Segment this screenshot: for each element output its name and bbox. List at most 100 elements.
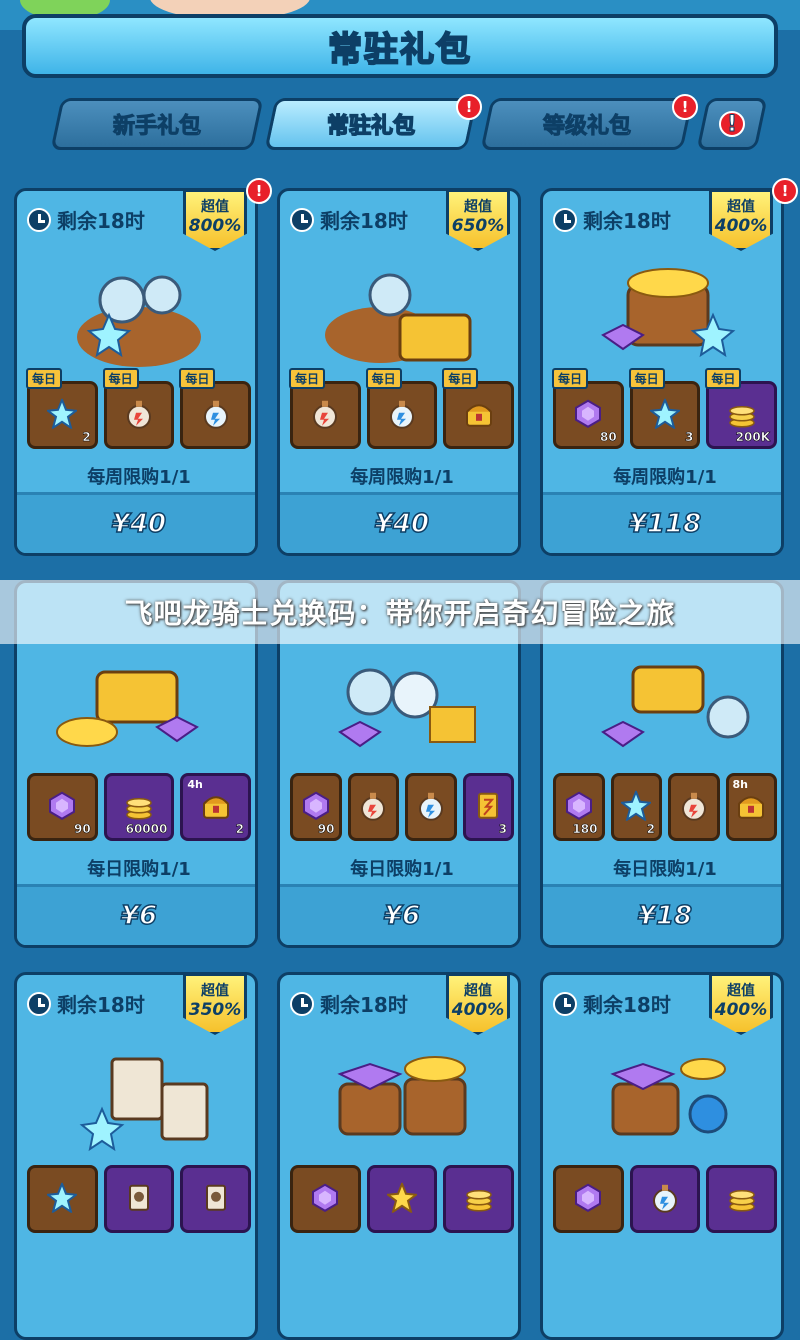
- buy-button[interactable]: ¥40: [17, 492, 255, 553]
- reward-quantity: 180: [572, 822, 598, 837]
- badge-label: 超值: [727, 199, 755, 215]
- reward-slot[interactable]: 3: [462, 773, 514, 841]
- purchase-limit: 每周限购1/1: [350, 467, 454, 488]
- price-label: ¥40: [374, 508, 430, 540]
- value-badge: 超值 400%: [709, 191, 773, 251]
- buy-button[interactable]: ¥18: [543, 884, 781, 945]
- daily-tag: 每日: [179, 368, 216, 389]
- tab-label: 等级礼包: [542, 114, 631, 140]
- purchase-limit: 每日限购1/1: [613, 859, 717, 880]
- reward-slot[interactable]: 每日: [289, 368, 361, 449]
- daily-tag: 每日: [442, 368, 479, 389]
- purchase-limit: 每日限购1/1: [87, 859, 191, 880]
- reward-slot[interactable]: 2: [610, 773, 662, 841]
- reward-slot[interactable]: [27, 1165, 98, 1233]
- reward-quantity: 90: [317, 822, 335, 837]
- time-remaining: 剩余18时: [57, 993, 145, 1017]
- badge-label: 超值: [201, 983, 229, 999]
- buy-button[interactable]: ¥6: [280, 884, 518, 945]
- blue-potion-icon: [418, 792, 443, 821]
- red-potion-icon: [313, 400, 338, 429]
- reward-slot[interactable]: [180, 1165, 252, 1233]
- purple-gem-icon: [565, 791, 592, 820]
- reward-slot[interactable]: [443, 1165, 515, 1233]
- reward-slot[interactable]: 每日: [179, 368, 252, 449]
- buy-button[interactable]: ¥6: [17, 884, 255, 945]
- buy-button[interactable]: ¥118: [543, 492, 781, 553]
- reward-quantity: 3: [498, 822, 507, 837]
- reward-slot[interactable]: 90: [27, 773, 98, 841]
- reward-slot[interactable]: [103, 1165, 175, 1233]
- daily-tag: 每日: [705, 368, 742, 389]
- pack-artwork: [337, 1056, 467, 1136]
- reward-slot[interactable]: 每日: [102, 368, 175, 449]
- reward-slot[interactable]: [706, 1165, 778, 1233]
- timer-row: 剩余18时: [27, 989, 145, 1018]
- tab-permanent-pack[interactable]: 常驻礼包: [264, 98, 478, 150]
- tab-alert-icon: !: [672, 94, 698, 120]
- item-row: 90 3: [290, 773, 514, 841]
- badge-label: 超值: [464, 983, 492, 999]
- reward-slot[interactable]: 每日: [442, 368, 515, 449]
- gold-coins-icon: [728, 406, 755, 428]
- daily-tag: 每日: [552, 368, 589, 389]
- reward-slot[interactable]: 每日 3: [628, 368, 701, 449]
- reward-slot[interactable]: 4h 2: [180, 773, 252, 841]
- reward-slot[interactable]: 每日 200K: [705, 368, 778, 449]
- gift-pack-card[interactable]: 剩余18时 超值 800% 每日 2 每日 每日 每周限购1/1 ¥40: [14, 188, 258, 556]
- reward-slot[interactable]: [405, 773, 457, 841]
- reward-slot[interactable]: 每日 80: [552, 368, 624, 449]
- page-title: 常驻礼包: [327, 29, 472, 71]
- reward-slot[interactable]: [553, 1165, 624, 1233]
- item-row: 每日 80 每日 3 每日 200K: [552, 368, 778, 449]
- reward-quantity: 2: [82, 430, 91, 445]
- daily-tag: 每日: [289, 368, 326, 389]
- value-badge: 超值 800%: [183, 191, 247, 251]
- value-badge: 超值 400%: [446, 975, 510, 1035]
- duration-tag: 8h: [732, 778, 749, 791]
- daily-tag: 每日: [26, 368, 63, 389]
- timer-row: 剩余18时: [290, 205, 408, 234]
- tab-level-pack[interactable]: 等级礼包: [480, 98, 694, 150]
- clock-icon: [27, 991, 51, 1016]
- timer-row: 剩余18时: [553, 205, 671, 234]
- red-potion-icon: [127, 400, 151, 429]
- gold-scroll-icon: [478, 792, 499, 819]
- reward-slot[interactable]: [668, 773, 720, 841]
- gold-coins-icon: [728, 1190, 755, 1212]
- gift-pack-card[interactable]: 剩余18时 超值 400%: [277, 972, 521, 1340]
- reward-slot[interactable]: 每日: [365, 368, 438, 449]
- gift-pack-card[interactable]: 剩余18时 超值 400%: [540, 972, 784, 1340]
- reward-slot[interactable]: 180: [553, 773, 605, 841]
- tab-beginner-pack[interactable]: 新手礼包: [50, 98, 264, 150]
- gold-coins-icon: [126, 798, 152, 820]
- reward-slot[interactable]: 每日 2: [26, 368, 98, 449]
- daily-tag: 每日: [365, 368, 402, 389]
- pack-artwork: [610, 1058, 728, 1136]
- blue-potion-icon: [203, 400, 228, 429]
- buy-button[interactable]: ¥40: [280, 492, 518, 553]
- reward-slot[interactable]: [629, 1165, 701, 1233]
- reward-slot[interactable]: 8h: [725, 773, 777, 841]
- tab-more[interactable]: !: [696, 98, 768, 150]
- reward-slot[interactable]: [290, 1165, 361, 1233]
- scroll-icon: [205, 1184, 226, 1211]
- reward-slot[interactable]: 60000: [103, 773, 175, 841]
- reward-slot[interactable]: [366, 1165, 438, 1233]
- card-alert-icon: !: [246, 178, 272, 204]
- item-row: 每日 2 每日 每日: [26, 368, 252, 449]
- badge-label: 超值: [727, 983, 755, 999]
- purple-gem-icon: [575, 1183, 602, 1212]
- purchase-limit: 每日限购1/1: [350, 859, 454, 880]
- item-row: 每日 每日 每日: [289, 368, 515, 449]
- reward-slot[interactable]: [347, 773, 399, 841]
- reward-slot[interactable]: 90: [290, 773, 342, 841]
- gift-pack-card[interactable]: 剩余18时 超值 400% 每日 80 每日 3 每日 200K 每周限购1/1 ¥118: [540, 188, 784, 556]
- price-label: ¥18: [637, 900, 693, 932]
- time-remaining: 剩余18时: [320, 209, 408, 233]
- gift-pack-card[interactable]: 剩余18时 超值 350%: [14, 972, 258, 1340]
- gift-pack-card[interactable]: 剩余18时 超值 650% 每日 每日 每日 每周限购1/1 ¥40: [277, 188, 521, 556]
- reward-quantity: 60000: [125, 822, 168, 837]
- star-crystal-icon: [621, 790, 652, 821]
- scroll-icon: [129, 1184, 149, 1211]
